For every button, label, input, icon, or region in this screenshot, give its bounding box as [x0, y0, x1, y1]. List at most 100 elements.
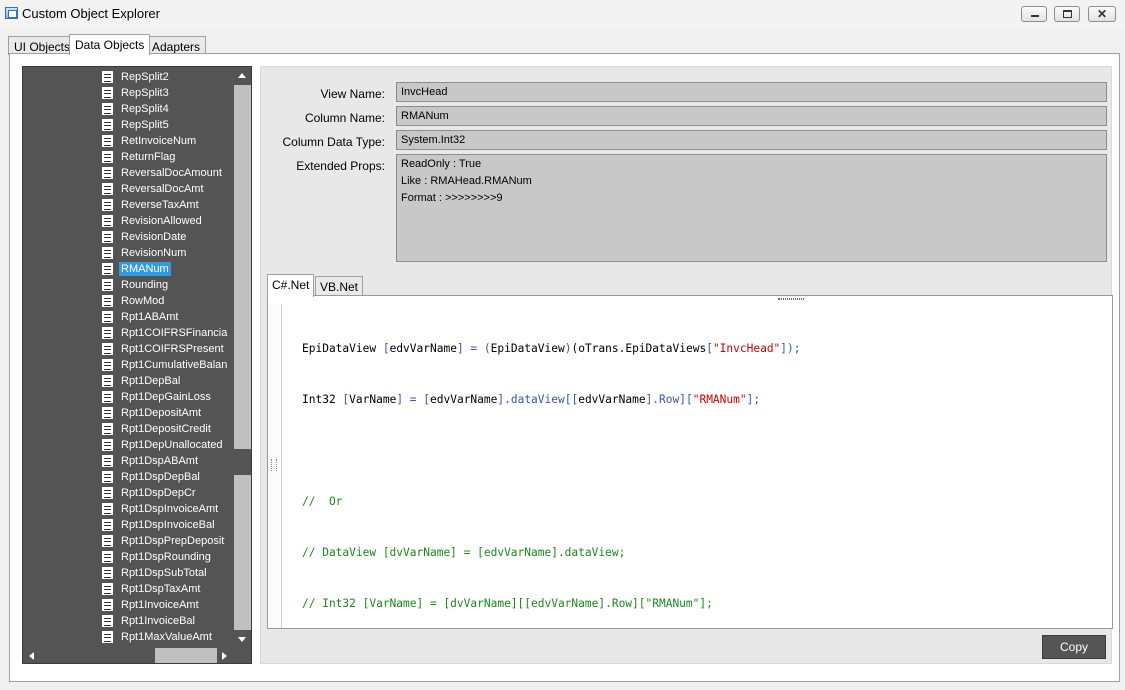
- tree-item-label: RetInvoiceNum: [121, 135, 197, 147]
- copy-button[interactable]: Copy: [1042, 635, 1106, 659]
- code-text[interactable]: EpiDataView [edvVarName] = (EpiDataView)…: [302, 306, 801, 646]
- tree-item-label: Rpt1DspTaxAmt: [121, 583, 201, 595]
- document-icon: [101, 326, 114, 340]
- document-icon: [101, 470, 114, 484]
- gutter-grip-icon[interactable]: [271, 459, 277, 471]
- tree-item-label: RepSplit3: [121, 87, 169, 99]
- document-icon: [101, 214, 114, 228]
- document-icon: [101, 486, 114, 500]
- minimize-button[interactable]: [1021, 6, 1047, 22]
- document-icon: [101, 566, 114, 580]
- tree-item-label: Rpt1DepGainLoss: [121, 391, 211, 403]
- document-icon: [101, 310, 114, 324]
- code-line-5: // DataView [dvVarName] = [edvVarName].d…: [302, 546, 626, 559]
- column-name-field[interactable]: RMANum: [396, 106, 1107, 126]
- column-type-label: Column Data Type:: [282, 135, 386, 149]
- app-window-icon: [5, 7, 18, 19]
- document-icon: [101, 630, 114, 644]
- close-button[interactable]: ✕: [1088, 6, 1116, 22]
- ext-props-field[interactable]: ReadOnly : True Like : RMAHead.RMANum Fo…: [396, 154, 1107, 262]
- tree-item-label: RMANum: [119, 262, 171, 276]
- tree-item-label: Rpt1DspABAmt: [121, 455, 199, 467]
- tree-item-label: Rpt1InvoiceAmt: [121, 599, 199, 611]
- document-icon: [101, 438, 114, 452]
- view-name-label: View Name:: [320, 87, 385, 101]
- ext-props-label: Extended Props:: [296, 159, 385, 173]
- tree-item-label: RepSplit5: [121, 119, 169, 131]
- document-icon: [101, 342, 114, 356]
- tree-item-label: Rpt1CumulativeBalan: [121, 359, 228, 371]
- code-line-2: Int32 [VarName] = [edvVarName].dataView[…: [302, 393, 761, 406]
- document-icon: [101, 422, 114, 436]
- document-icon: [101, 518, 114, 532]
- tree-item-label: RevisionAllowed: [121, 215, 202, 227]
- tree-item-label: Rpt1DspDepCr: [121, 487, 196, 499]
- document-icon: [101, 454, 114, 468]
- ext-prop-line: Format : >>>>>>>>9: [401, 192, 503, 204]
- tree-item-label: RowMod: [121, 295, 165, 307]
- view-name-field[interactable]: InvcHead: [396, 82, 1107, 102]
- tree-item-label: RepSplit4: [121, 103, 169, 115]
- document-icon: [101, 70, 114, 84]
- tree-item-label: Rpt1COIFRSFinancia: [121, 327, 228, 339]
- tree-item-label: RevisionNum: [121, 247, 187, 259]
- document-icon: [101, 374, 114, 388]
- tree-item-label: Rpt1COIFRSPresent: [121, 343, 224, 355]
- document-icon: [101, 230, 114, 244]
- scroll-track-lower[interactable]: [234, 475, 251, 630]
- document-icon: [101, 534, 114, 548]
- document-icon: [101, 182, 114, 196]
- document-icon: [101, 246, 114, 260]
- scroll-right-icon[interactable]: [222, 652, 227, 660]
- code-editor[interactable]: EpiDataView [edvVarName] = (EpiDataView)…: [267, 295, 1113, 629]
- scroll-up-icon[interactable]: [238, 73, 246, 78]
- tree-item-label: RepSplit2: [121, 71, 169, 83]
- ext-prop-line: Like : RMAHead.RMANum: [401, 175, 532, 187]
- tree-item-label: Rpt1DspPrepDeposit: [121, 535, 225, 547]
- document-icon: [101, 294, 114, 308]
- column-type-field[interactable]: System.Int32: [396, 130, 1107, 150]
- document-icon: [101, 118, 114, 132]
- tree-item-label: Rpt1DepositCredit: [121, 423, 211, 435]
- tree-item-label: ReversalDocAmount: [121, 167, 222, 179]
- code-line-6: // Int32 [VarName] = [dvVarName][[edvVar…: [302, 597, 713, 610]
- document-icon: [101, 262, 114, 276]
- tree-item-label: Rpt1DepBal: [121, 375, 181, 387]
- scroll-down-icon[interactable]: [238, 637, 246, 642]
- tree-item-label: Rpt1DspInvoiceBal: [121, 519, 215, 531]
- window-title: Custom Object Explorer: [22, 6, 160, 21]
- tree-item-label: Rpt1MaxValueAmt: [121, 631, 212, 643]
- tree-item-label: ReturnFlag: [121, 151, 176, 163]
- scroll-left-icon[interactable]: [29, 652, 34, 660]
- document-icon: [101, 198, 114, 212]
- title-bar: Custom Object Explorer ✕: [0, 0, 1125, 28]
- code-gutter: [268, 304, 282, 628]
- scroll-thumb[interactable]: [234, 85, 251, 449]
- document-icon: [101, 134, 114, 148]
- column-tree[interactable]: RepSplit2 RepSplit3 RepSplit4 RepSplit5 RetI…: [22, 66, 252, 664]
- tree-item-label: ReversalDocAmt: [121, 183, 204, 195]
- tab-csharp[interactable]: C#.Net: [267, 274, 315, 297]
- tree-item-label: ReverseTaxAmt: [121, 199, 199, 211]
- tab-vbnet[interactable]: VB.Net: [315, 276, 364, 296]
- scroll-thumb-horizontal[interactable]: [155, 648, 217, 663]
- tree-item-label: Rpt1DepUnallocated: [121, 439, 223, 451]
- document-icon: [101, 166, 114, 180]
- tab-data-objects[interactable]: Data Objects: [69, 34, 151, 55]
- tree-item-label: Rpt1DspSubTotal: [121, 567, 207, 579]
- splitter-grip-icon[interactable]: [778, 298, 804, 300]
- tree-horizontal-scrollbar[interactable]: [23, 647, 251, 663]
- close-icon: ✕: [1097, 7, 1108, 21]
- column-name-label: Column Name:: [304, 111, 385, 125]
- document-icon: [101, 102, 114, 116]
- maximize-button[interactable]: [1054, 6, 1080, 22]
- document-icon: [101, 598, 114, 612]
- tree-vertical-scrollbar[interactable]: [234, 67, 251, 647]
- minimize-icon: [1031, 15, 1039, 17]
- document-icon: [101, 406, 114, 420]
- document-icon: [101, 390, 114, 404]
- document-icon: [101, 150, 114, 164]
- code-line-4: // Or: [302, 495, 343, 508]
- document-icon: [101, 582, 114, 596]
